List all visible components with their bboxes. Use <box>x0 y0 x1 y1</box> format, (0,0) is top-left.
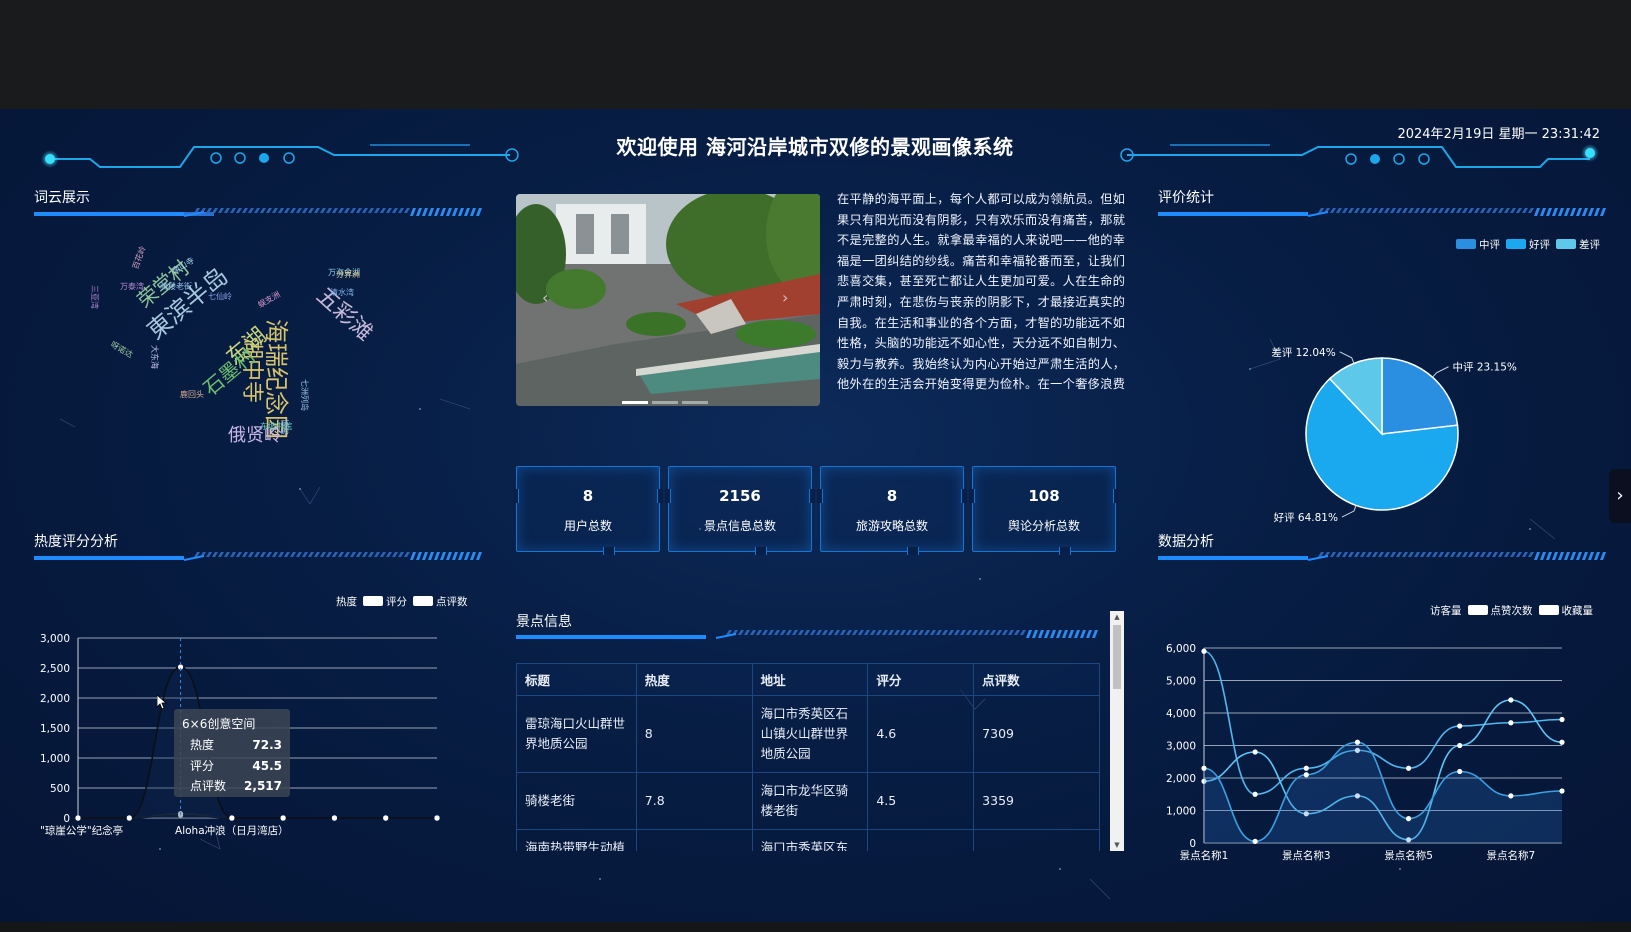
x-tick-label: 景点名称7 <box>1487 849 1536 862</box>
window-bottom-bar <box>0 922 1631 932</box>
data-point <box>1405 816 1412 822</box>
data-point <box>1201 648 1207 654</box>
y-tick-label: 3,000 <box>1166 741 1196 753</box>
series-area <box>1204 742 1562 843</box>
data-point <box>1303 765 1309 771</box>
y-tick-label: 1,000 <box>1166 806 1196 818</box>
data-point <box>1405 765 1412 771</box>
y-tick-label: 6,000 <box>1166 643 1196 655</box>
data-point <box>1559 739 1565 745</box>
data-point <box>1508 697 1514 703</box>
x-tick-label: 景点名称3 <box>1282 849 1331 862</box>
data-point <box>1457 768 1463 775</box>
data-point <box>1508 720 1514 726</box>
data-point <box>1303 772 1309 778</box>
y-tick-label: 5,000 <box>1166 676 1196 688</box>
chevron-right-icon[interactable]: › <box>1609 469 1631 523</box>
data-point <box>1252 838 1258 844</box>
dashboard-screen: 欢迎使用 海河沿岸城市双修的景观画像系统 2024年2月19日 星期一 23:3… <box>0 109 1631 922</box>
data-point <box>1559 716 1565 723</box>
y-tick-label: 2,000 <box>1166 773 1196 785</box>
data-point <box>1457 742 1463 749</box>
window-top-bar <box>0 0 1631 109</box>
x-tick-label: 景点名称1 <box>1180 849 1229 862</box>
data-point <box>1457 723 1463 729</box>
x-tick-label: 景点名称5 <box>1384 849 1433 862</box>
y-tick-label: 0 <box>1189 838 1196 850</box>
data-point <box>1354 739 1361 745</box>
data-point <box>1201 765 1207 771</box>
data-point <box>1559 788 1565 794</box>
data-point <box>1252 791 1258 797</box>
data-point <box>1252 749 1258 755</box>
data-point <box>1508 793 1514 799</box>
data-line-chart: 0 1,000 2,000 3,000 4,000 5,000 6,000 景点名称1 景点名称… <box>1166 643 1565 862</box>
y-tick-label: 4,000 <box>1166 708 1196 720</box>
